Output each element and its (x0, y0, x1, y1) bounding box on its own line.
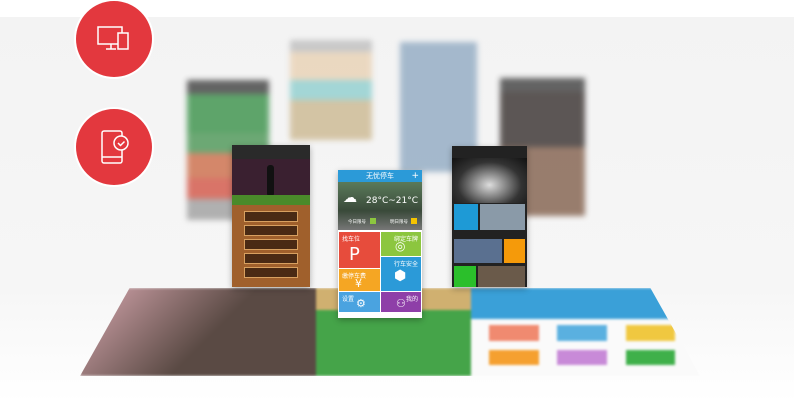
tile-bind-plate[interactable]: 绑定车牌 ◎ (381, 232, 421, 256)
temperature: 28°C~21°C (366, 196, 419, 206)
tile-settings[interactable]: 设置 ⚙ (339, 292, 380, 312)
tile-label: 设置 (342, 296, 355, 303)
tile-label: 缴停车费 (342, 273, 367, 280)
app-title: 无忧停车 (366, 172, 394, 180)
tile-find-parking[interactable]: 找车位 P (339, 232, 380, 268)
weather-panel: ☁ 28°C~21°C 今日限号 明日限号 (338, 182, 422, 230)
wine-app-phone (232, 145, 310, 287)
tile-driving-safety[interactable]: 行车安全 ⬢ (381, 257, 421, 291)
yen-icon: ¥ (355, 277, 362, 290)
multi-device-badge (76, 1, 152, 77)
tomorrow-limit-label: 明日限号 (390, 220, 408, 225)
today-limit-label: 今日限号 (348, 220, 366, 225)
steering-wheel-icon: ◎ (395, 239, 406, 253)
add-button[interactable]: + (411, 170, 419, 182)
cloud-icon: ☁ (343, 190, 357, 206)
user-icon: ⚇ (396, 297, 406, 310)
phone-check-icon (101, 130, 129, 164)
mobile-check-badge (76, 109, 152, 185)
car-app-phone (452, 146, 527, 287)
tile-mine[interactable]: 我的 ⚇ (381, 292, 421, 312)
tile-label: 行车安全 (393, 261, 418, 268)
tile-label: 我的 (405, 296, 418, 303)
parking-app-phone: 无忧停车 + ☁ 28°C~21°C 今日限号 明日限号 找车位 P 绑定车牌 ◎ … (338, 170, 422, 318)
monitor-phone-icon (97, 26, 129, 50)
back-screen-1 (290, 40, 372, 140)
app-title-bar: 无忧停车 + (338, 170, 422, 182)
parking-icon: P (349, 244, 360, 265)
tile-pay-fee[interactable]: 缴停车费 ¥ (339, 269, 380, 291)
gear-icon: ⚙ (356, 297, 366, 310)
tile-label: 找车位 (342, 236, 361, 243)
cube-icon: ⬢ (394, 268, 407, 284)
